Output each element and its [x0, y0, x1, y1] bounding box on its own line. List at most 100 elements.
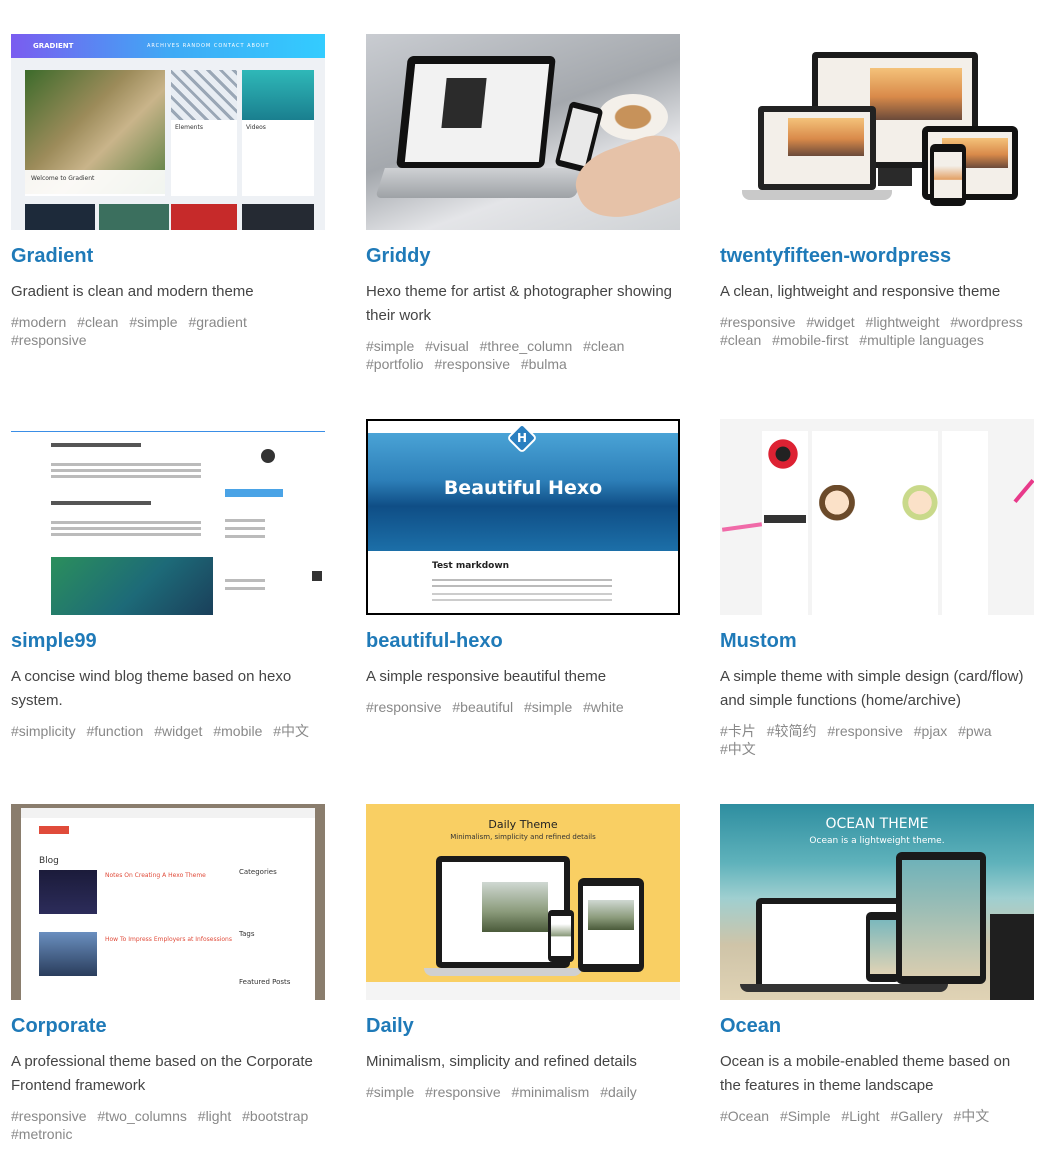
theme-title[interactable]: Mustom [720, 631, 1034, 651]
desk-edge [990, 914, 1034, 1000]
tag[interactable]: #pwa [958, 723, 991, 739]
tag[interactable]: #clean [720, 332, 761, 348]
tag[interactable]: #multiple languages [859, 332, 984, 348]
theme-title[interactable]: Daily [366, 1016, 680, 1036]
coffee-cup [598, 94, 668, 140]
tag[interactable]: #white [583, 699, 623, 715]
thumb-post-1: Welcome to Gradient [31, 175, 95, 182]
tag[interactable]: #mobile [213, 723, 262, 739]
tag[interactable]: #widget [154, 723, 202, 739]
char-right [900, 485, 940, 529]
tag[interactable]: #responsive [425, 1084, 501, 1100]
tag[interactable]: #metronic [11, 1126, 72, 1142]
tablet-screen [902, 860, 980, 976]
tag[interactable]: #wordpress [950, 314, 1022, 330]
theme-description: A simple theme with simple design (card/… [720, 668, 1024, 709]
pink-streak-2 [1013, 478, 1034, 504]
tag[interactable]: #visual [425, 338, 469, 354]
tag[interactable]: #Gallery [890, 1108, 942, 1124]
theme-description: Minimalism, simplicity and refined detai… [366, 1053, 637, 1070]
tag[interactable]: #lightweight [866, 314, 940, 330]
theme-thumbnail-corporate[interactable]: Blog Notes On Creating A Hexo Theme How … [11, 804, 325, 1000]
tag[interactable]: #卡片 [720, 723, 756, 739]
theme-title[interactable]: simple99 [11, 631, 325, 651]
theme-title[interactable]: Corporate [11, 1016, 325, 1036]
tag[interactable]: #responsive [11, 1108, 87, 1124]
tag[interactable]: #light [198, 1108, 231, 1124]
tag[interactable]: #simple [524, 699, 572, 715]
tag[interactable]: #bulma [521, 356, 567, 372]
theme-title[interactable]: Ocean [720, 1016, 1034, 1036]
monitor-photo [870, 68, 962, 120]
tag[interactable]: #modern [11, 314, 66, 330]
tag[interactable]: #clean [583, 338, 624, 354]
thumb-categories: Categories [239, 868, 277, 876]
tag[interactable]: #simplicity [11, 723, 76, 739]
tag[interactable]: #beautiful [452, 699, 513, 715]
tag[interactable]: #Ocean [720, 1108, 769, 1124]
tag[interactable]: #simple [366, 338, 414, 354]
theme-title[interactable]: Gradient [11, 246, 325, 266]
tag[interactable]: #responsive [827, 723, 903, 739]
theme-tags: #responsive #two_columns #light #bootstr… [11, 1107, 325, 1143]
right-panel [942, 431, 988, 615]
tag[interactable]: #bootstrap [242, 1108, 308, 1124]
tag[interactable]: #responsive [720, 314, 796, 330]
post-text [51, 463, 201, 466]
theme-title[interactable]: beautiful-hexo [366, 631, 680, 651]
tag[interactable]: #portfolio [366, 356, 424, 372]
theme-thumbnail-beautiful-hexo[interactable]: H Beautiful Hexo Test markdown [366, 419, 680, 615]
tag[interactable]: #daily [600, 1084, 637, 1100]
theme-thumbnail-gradient[interactable]: GRADIENT ARCHIVES RANDOM CONTACT ABOUT W… [11, 34, 325, 230]
theme-title[interactable]: twentyfifteen-wordpress [720, 246, 1034, 266]
theme-card-griddy: Griddy Hexo theme for artist & photograp… [366, 34, 680, 373]
tag[interactable]: #simple [366, 1084, 414, 1100]
theme-card-mustom: Mustom A simple theme with simple design… [720, 419, 1034, 758]
tag[interactable]: #responsive [434, 356, 510, 372]
tag[interactable]: #widget [806, 314, 854, 330]
tag[interactable]: #clean [77, 314, 118, 330]
tag[interactable]: #Light [841, 1108, 879, 1124]
top-rule [11, 431, 325, 432]
tag[interactable]: #中文 [273, 723, 309, 739]
pink-streak [721, 522, 763, 532]
tag[interactable]: #pjax [914, 723, 947, 739]
theme-tags: #responsive #widget #lightweight #wordpr… [720, 313, 1034, 349]
avatar [766, 437, 800, 471]
theme-thumbnail-ocean[interactable]: OCEAN THEME Ocean is a lightweight theme… [720, 804, 1034, 1000]
tag[interactable]: #three_column [480, 338, 573, 354]
tag[interactable]: #function [86, 723, 143, 739]
tag[interactable]: #simple [129, 314, 177, 330]
tag[interactable]: #mobile-first [772, 332, 848, 348]
post-line [51, 443, 141, 447]
theme-thumbnail-griddy[interactable] [366, 34, 680, 230]
tag[interactable]: #responsive [11, 332, 87, 348]
monitor-stand [878, 168, 912, 186]
tag[interactable]: #中文 [720, 741, 756, 757]
tag[interactable]: #responsive [366, 699, 442, 715]
tag[interactable]: #minimalism [512, 1084, 590, 1100]
tag[interactable]: #中文 [954, 1108, 990, 1124]
theme-thumbnail-simple99[interactable] [11, 419, 325, 615]
theme-card-corporate: Blog Notes On Creating A Hexo Theme How … [11, 804, 325, 1143]
tag[interactable]: #gradient [188, 314, 246, 330]
thumb-tags: Tags [239, 930, 255, 938]
sidebar-menu [764, 515, 806, 523]
theme-description: A concise wind blog theme based on hexo … [11, 668, 292, 709]
tag[interactable]: #two_columns [97, 1108, 187, 1124]
post-banner [51, 557, 213, 615]
theme-title[interactable]: Griddy [366, 246, 680, 266]
post-title: Test markdown [432, 561, 510, 571]
theme-tags: #Ocean #Simple #Light #Gallery #中文 [720, 1107, 1034, 1125]
thumb-featured: Featured Posts [239, 978, 291, 986]
tag[interactable]: #较简约 [767, 723, 817, 739]
laptop-base [742, 190, 892, 200]
theme-thumbnail-twentyfifteen[interactable] [720, 34, 1034, 230]
theme-thumbnail-daily[interactable]: Daily Theme Minimalism, simplicity and r… [366, 804, 680, 1000]
tag[interactable]: #Simple [780, 1108, 831, 1124]
theme-tags: #modern #clean #simple #gradient #respon… [11, 313, 325, 349]
theme-card-beautiful-hexo: H Beautiful Hexo Test markdown beautiful… [366, 419, 680, 716]
theme-tags: #responsive #beautiful #simple #white [366, 698, 680, 716]
post-line-2 [51, 501, 151, 505]
theme-thumbnail-mustom[interactable] [720, 419, 1034, 615]
